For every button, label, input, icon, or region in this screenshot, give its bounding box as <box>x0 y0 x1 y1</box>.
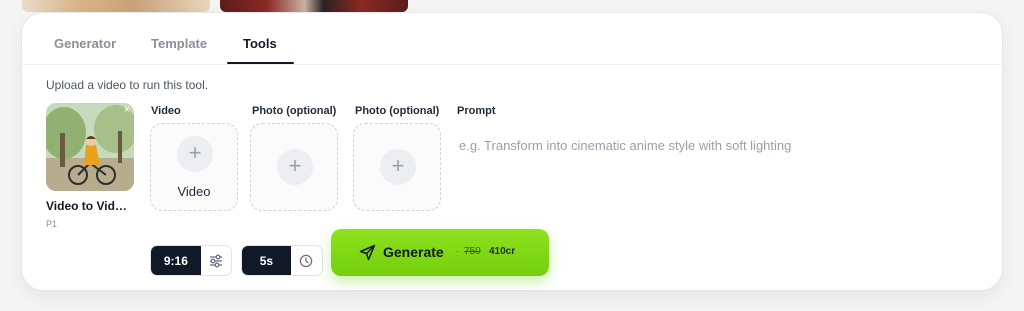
original-price: 750 <box>464 246 481 257</box>
tool-preview-image <box>46 103 134 191</box>
photo-slot-label: Photo (optional) <box>252 105 337 117</box>
photo-slot-label: Photo (optional) <box>355 105 440 117</box>
tab-bar: Generator Template Tools <box>22 13 1002 65</box>
tool-panel: Generator Template Tools Upload a video … <box>21 12 1003 291</box>
tool-subtitle: P1 <box>46 219 58 229</box>
clock-icon[interactable] <box>291 246 322 275</box>
photo-upload-slot-1[interactable]: + <box>250 123 338 211</box>
plus-icon: + <box>177 136 213 172</box>
tab-generator[interactable]: Generator <box>54 36 116 51</box>
remove-tool-icon[interactable]: × <box>124 105 130 116</box>
discounted-price: 410cr <box>489 246 516 257</box>
tab-tools[interactable]: Tools <box>243 36 277 51</box>
aspect-ratio-value[interactable]: 9:16 <box>151 246 201 275</box>
video-slot-text: Video <box>177 184 211 199</box>
video-slot-label: Video <box>151 105 181 117</box>
tool-thumbnail[interactable]: × <box>46 103 134 191</box>
video-upload-slot[interactable]: + Video <box>150 123 238 211</box>
plus-icon: + <box>380 149 416 185</box>
aspect-ratio-control: 9:16 <box>150 245 232 276</box>
duration-control: 5s <box>241 245 323 276</box>
tool-title: Video to Vid… <box>46 199 127 213</box>
gallery-thumbnail[interactable] <box>22 0 210 12</box>
generate-button[interactable]: Generate · 750 410cr <box>331 229 549 276</box>
price-separator: · <box>456 246 460 257</box>
prompt-label: Prompt <box>457 105 496 117</box>
active-tab-indicator <box>227 62 294 64</box>
prompt-input[interactable] <box>459 133 979 157</box>
gallery-thumbnail[interactable] <box>220 0 408 12</box>
settings-sliders-icon[interactable] <box>201 246 231 275</box>
duration-value[interactable]: 5s <box>242 246 291 275</box>
plus-icon: + <box>277 149 313 185</box>
photo-upload-slot-2[interactable]: + <box>353 123 441 211</box>
generate-label: Generate <box>383 244 444 260</box>
tab-template[interactable]: Template <box>151 36 207 51</box>
upload-hint: Upload a video to run this tool. <box>46 78 209 92</box>
send-icon <box>359 244 376 261</box>
